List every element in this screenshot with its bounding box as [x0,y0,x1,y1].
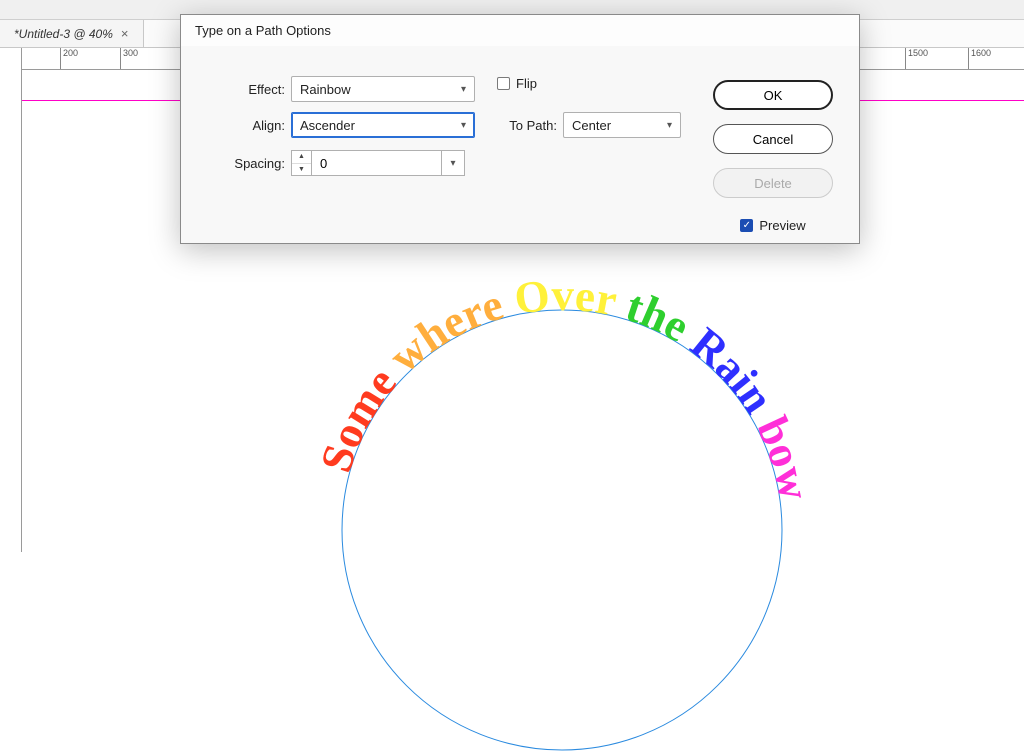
topath-label: To Path: [497,118,557,133]
path-word: Over [497,270,621,327]
align-select[interactable]: Ascender ▾ [291,112,475,138]
ruler-tick: 1600 [968,48,991,70]
type-on-path-art: Some where Over the Rain bow [322,270,802,750]
checkbox-icon: ✓ [740,219,753,232]
spacing-down-icon[interactable]: ▼ [292,164,311,176]
spacing-up-icon[interactable]: ▲ [292,151,311,164]
type-on-path-options-dialog: Type on a Path Options Effect: Rainbow ▾… [180,14,860,244]
document-tab-title: *Untitled-3 @ 40% [14,27,113,41]
flip-checkbox[interactable]: Flip [497,76,537,91]
path-text: Some where Over the Rain bow [311,270,821,505]
close-icon[interactable]: × [121,26,129,41]
flip-label: Flip [516,76,537,91]
preview-label: Preview [759,218,805,233]
ruler-tick: 300 [120,48,138,70]
checkbox-icon [497,77,510,90]
chevron-down-icon: ▾ [461,120,466,131]
chevron-down-icon: ▾ [450,158,455,169]
chevron-down-icon: ▾ [461,84,466,95]
ruler-tick: 200 [60,48,78,70]
cancel-button[interactable]: Cancel [713,124,833,154]
path-word: where [369,279,509,390]
effect-select[interactable]: Rainbow ▾ [291,76,475,102]
ruler-tick: 1500 [905,48,928,70]
align-value: Ascender [300,118,355,133]
spacing-value[interactable]: 0 [311,150,441,176]
path-word: Rain [673,310,784,422]
effect-label: Effect: [235,82,285,97]
spacing-dropdown[interactable]: ▾ [441,150,465,176]
spacing-label: Spacing: [217,156,285,171]
delete-button: Delete [713,168,833,198]
ok-button[interactable]: OK [713,80,833,110]
topath-select[interactable]: Center ▾ [563,112,681,138]
preview-checkbox[interactable]: ✓ Preview [740,218,805,233]
topath-value: Center [572,118,611,133]
spacing-stepper[interactable]: ▲ ▼ 0 ▾ [291,150,465,176]
dialog-title: Type on a Path Options [181,15,859,46]
align-label: Align: [235,118,285,133]
effect-value: Rainbow [300,82,351,97]
ruler-vertical [0,48,22,552]
chevron-down-icon: ▾ [667,120,672,131]
document-tab[interactable]: *Untitled-3 @ 40% × [0,20,144,47]
